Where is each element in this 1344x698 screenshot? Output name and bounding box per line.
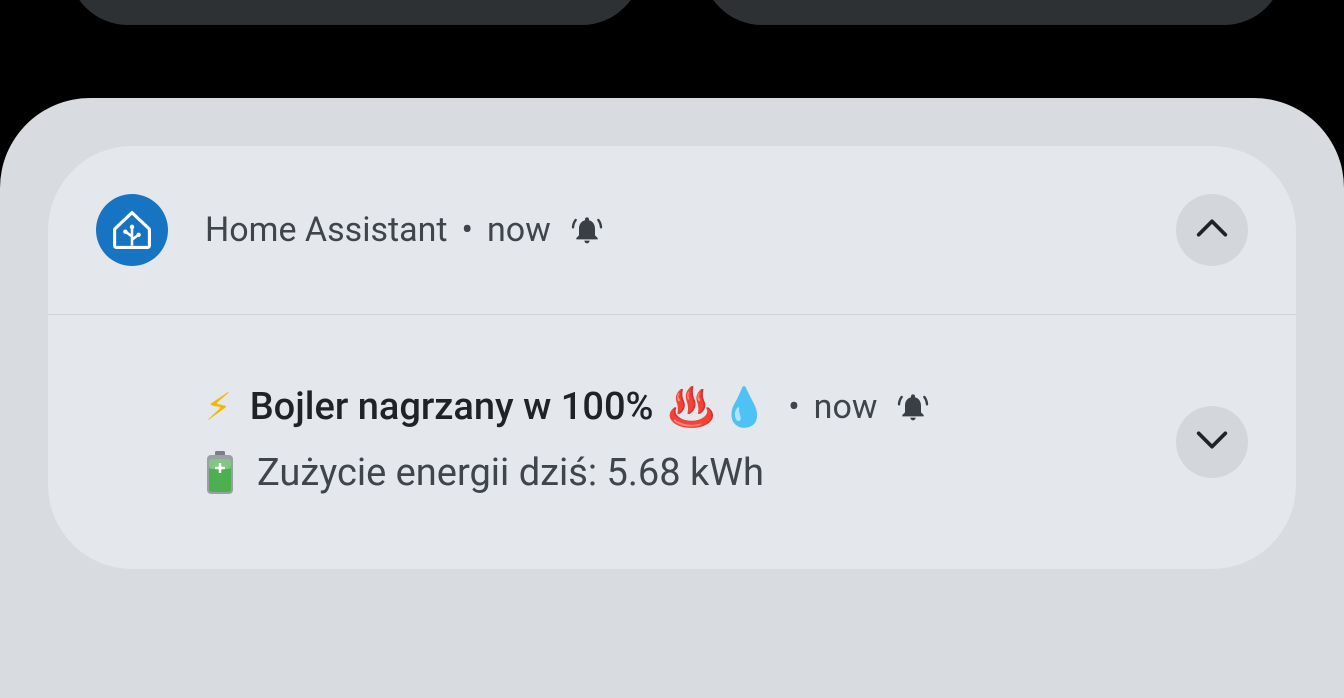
chevron-up-icon: [1192, 208, 1232, 252]
droplet-icon: 💧: [720, 385, 769, 429]
bell-alert-icon: [897, 391, 929, 423]
separator-dot: •: [461, 210, 474, 250]
chevron-down-icon: [1192, 420, 1232, 464]
previous-card-left: [68, 0, 642, 25]
header-divider: [48, 314, 1296, 315]
hot-springs-icon: ♨️: [667, 385, 715, 429]
separator-dot: •: [788, 387, 800, 427]
message-body-row: Zużycie energii dziś: 5.68 kWh: [205, 448, 764, 498]
message-title-row[interactable]: ⚡ Bojler nagrzany w 100% ♨️ 💧 • now: [205, 382, 929, 432]
bell-alert-icon: [571, 214, 603, 246]
notification-header-text: Home Assistant • now: [205, 207, 603, 253]
message-meta: • now: [788, 382, 929, 432]
message-title: Bojler nagrzany w 100%: [249, 385, 654, 429]
expand-message-button[interactable]: [1176, 406, 1248, 478]
previous-card-right: [702, 0, 1284, 25]
notification-header[interactable]: Home Assistant • now: [48, 146, 1296, 314]
battery-icon: [205, 451, 235, 495]
message-time: now: [813, 387, 878, 427]
app-name: Home Assistant: [205, 210, 448, 250]
notification-card[interactable]: Home Assistant • now ⚡ Bojler nagrzany w…: [48, 146, 1296, 569]
header-time: now: [487, 210, 551, 250]
message-body: Zużycie energii dziś: 5.68 kWh: [257, 451, 764, 495]
home-assistant-icon: [96, 194, 168, 266]
lightning-icon: ⚡: [205, 385, 232, 429]
collapse-button[interactable]: [1176, 194, 1248, 266]
